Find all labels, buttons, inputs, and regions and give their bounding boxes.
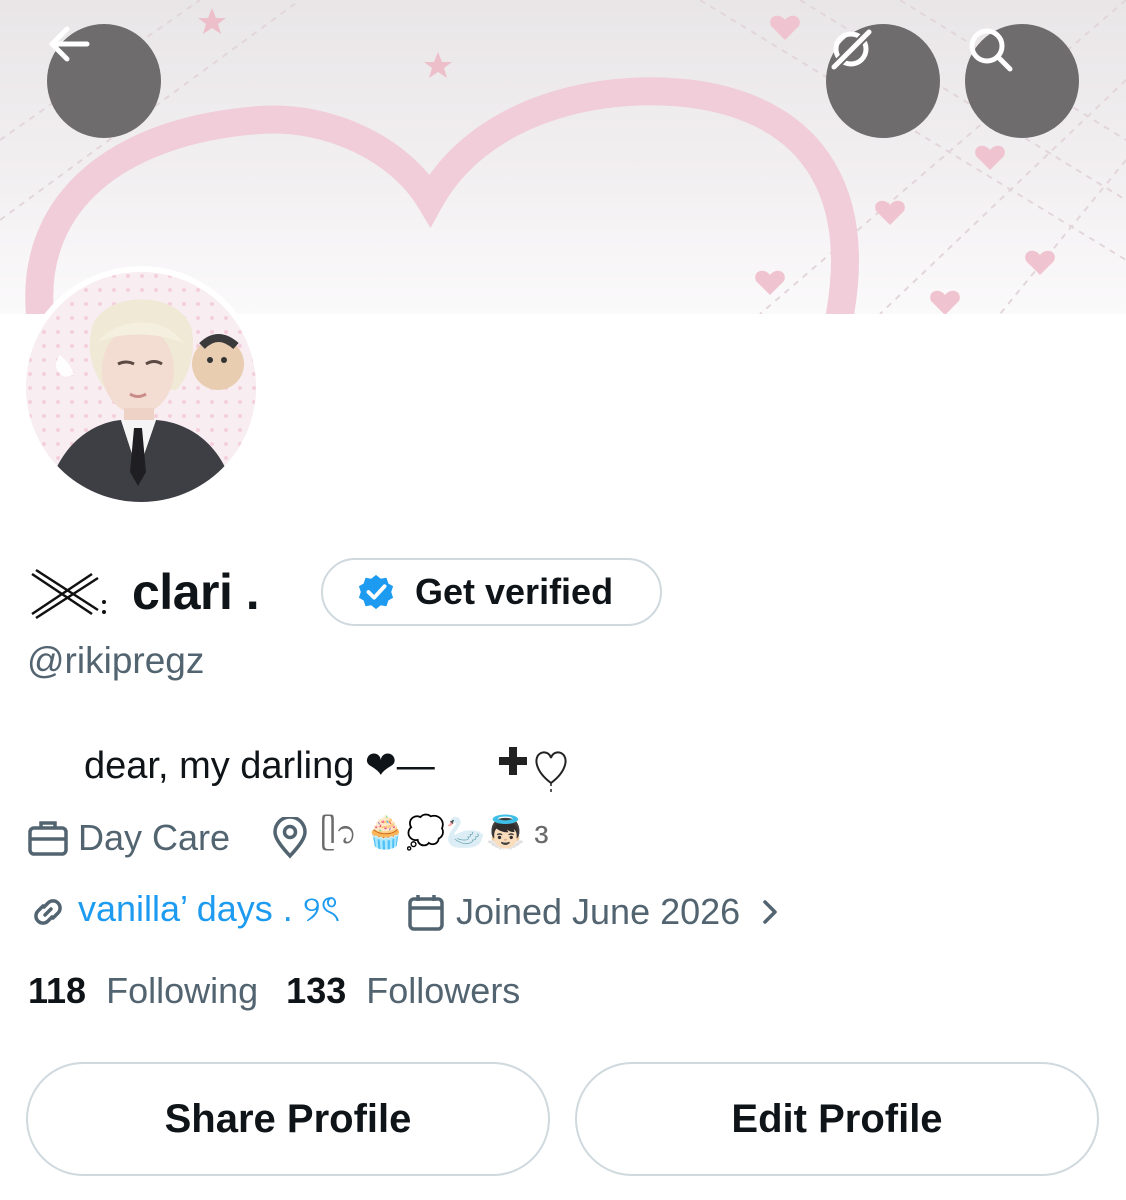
get-verified-button[interactable]: Get verified xyxy=(321,558,662,626)
share-profile-button[interactable]: Share Profile xyxy=(26,1062,550,1176)
location-pin-icon xyxy=(268,816,312,860)
following-label: Following xyxy=(106,970,259,1011)
following-count: 118 xyxy=(28,970,87,1011)
grok-button[interactable] xyxy=(826,24,940,138)
verified-badge-icon xyxy=(358,574,394,610)
grok-icon xyxy=(830,28,873,71)
arrow-left-icon xyxy=(49,26,90,62)
banner-pattern xyxy=(0,0,1126,314)
briefcase-icon xyxy=(26,816,70,860)
location-text: ᥫ᭡ 🧁💭🦢👼🏻 ɜ xyxy=(320,813,549,850)
scissors-x-deco-icon xyxy=(28,562,108,622)
followers-stat[interactable]: 133 Followers xyxy=(286,970,520,1012)
bio-text: dear, my darling ❤︎— xyxy=(84,744,435,787)
profile-meta-link-joined: vanilla’ days . ୨ৎ Joined June 2026 xyxy=(26,886,800,938)
search-icon xyxy=(969,28,1013,72)
chevron-right-icon[interactable] xyxy=(748,890,792,934)
back-button[interactable] xyxy=(47,24,161,138)
profile-banner[interactable] xyxy=(0,0,1126,314)
work-text: Day Care xyxy=(78,817,231,858)
following-stat[interactable]: 118 Following xyxy=(28,970,258,1012)
bio-deco-icon xyxy=(491,735,571,795)
bio: dear, my darling ❤︎— xyxy=(84,735,571,795)
avatar-image xyxy=(26,272,256,502)
followers-count: 133 xyxy=(286,970,347,1011)
calendar-icon xyxy=(404,890,448,934)
joined-date[interactable]: Joined June 2026 xyxy=(456,891,740,933)
username-handle: @rikipregz xyxy=(27,640,205,681)
display-name: clari . xyxy=(132,564,260,620)
website-link[interactable]: vanilla’ days . ୨ৎ xyxy=(78,882,340,942)
follow-stats: 118 Following 133 Followers xyxy=(28,970,548,1012)
get-verified-label: Get verified xyxy=(415,571,614,612)
followers-label: Followers xyxy=(366,970,521,1011)
edit-profile-button[interactable]: Edit Profile xyxy=(575,1062,1099,1176)
profile-name-row: clari . xyxy=(28,556,260,628)
profile-meta-work-location: Day Care ᥫ᭡ 🧁💭🦢👼🏻 ɜ xyxy=(26,812,549,864)
search-button[interactable] xyxy=(965,24,1079,138)
avatar[interactable] xyxy=(20,266,262,508)
link-icon xyxy=(26,890,70,934)
